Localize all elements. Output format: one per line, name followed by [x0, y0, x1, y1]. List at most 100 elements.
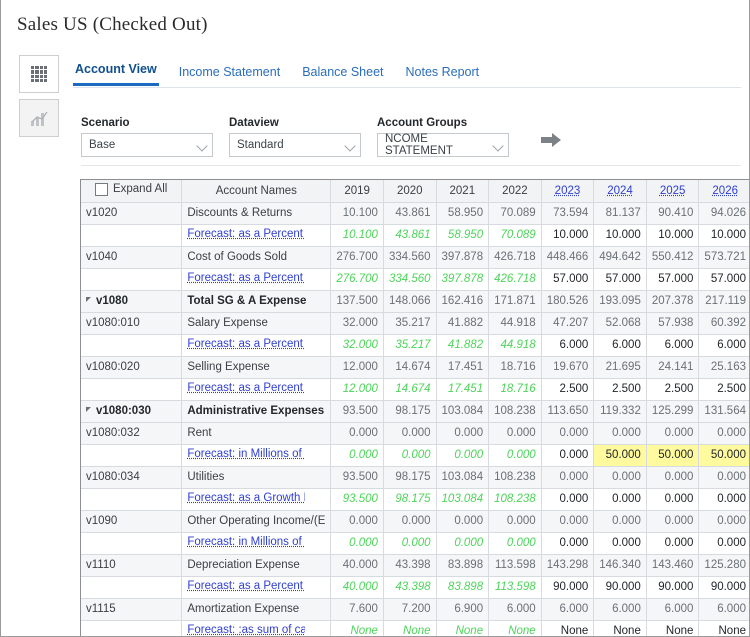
expand-all-checkbox[interactable] — [94, 182, 108, 196]
value-cell[interactable]: 70.089 — [488, 224, 542, 247]
value-cell[interactable]: None — [383, 620, 437, 636]
forecast-method-link[interactable]: Forecast: as a Percent of S — [187, 338, 305, 350]
value-cell[interactable]: 50.000 — [593, 444, 647, 467]
account-groups-select[interactable]: NCOME STATEMENT — [377, 133, 509, 157]
forecast-method-link[interactable]: Forecast: in Millions of US — [187, 536, 305, 548]
value-cell[interactable]: 0.000 — [383, 532, 437, 555]
value-cell[interactable]: None — [488, 620, 542, 636]
year-header-2024[interactable]: 2024 — [593, 180, 647, 203]
value-cell[interactable]: 90.000 — [646, 576, 700, 599]
collapse-triangle-icon[interactable] — [86, 407, 91, 413]
value-cell[interactable]: 50.000 — [646, 444, 700, 467]
value-cell[interactable]: 10.000 — [593, 224, 647, 247]
forecast-method-link[interactable]: Forecast: as a Percent of D — [187, 580, 305, 592]
value-cell[interactable]: 10.000 — [541, 224, 595, 247]
forecast-method-cell[interactable]: Forecast: as a Percent of R — [181, 224, 332, 247]
value-cell[interactable]: 0.000 — [330, 444, 384, 467]
year-header-link[interactable]: 2024 — [607, 185, 633, 197]
value-cell[interactable]: 0.000 — [541, 444, 595, 467]
value-cell[interactable]: 57.000 — [541, 268, 595, 291]
value-cell[interactable]: 10.100 — [330, 224, 384, 247]
value-cell[interactable]: 334.560 — [383, 268, 437, 291]
value-cell[interactable]: 41.882 — [436, 334, 490, 357]
value-cell[interactable]: 0.000 — [593, 488, 647, 511]
value-cell[interactable]: 98.175 — [383, 488, 437, 511]
value-cell[interactable]: 0.000 — [436, 444, 490, 467]
tab-income-statement[interactable]: Income Statement — [177, 65, 282, 86]
tab-account-view[interactable]: Account View — [73, 62, 159, 86]
value-cell[interactable]: 57.000 — [646, 268, 700, 291]
value-cell[interactable]: 83.898 — [436, 576, 490, 599]
value-cell[interactable]: None — [436, 620, 490, 636]
value-cell[interactable]: 57.000 — [593, 268, 647, 291]
year-header-2025[interactable]: 2025 — [646, 180, 700, 203]
apply-filters-button[interactable] — [539, 131, 563, 154]
forecast-method-cell[interactable]: Forecast: :as sum of cash — [181, 620, 332, 636]
value-cell[interactable]: 58.950 — [436, 224, 490, 247]
forecast-method-cell[interactable]: Forecast: as a Percent of S — [181, 334, 332, 357]
value-cell[interactable]: 0.000 — [646, 532, 700, 555]
year-header-link[interactable]: 2023 — [555, 185, 581, 197]
value-cell[interactable]: 44.918 — [488, 334, 542, 357]
forecast-method-link[interactable]: Forecast: :as sum of cash — [187, 624, 305, 636]
value-cell[interactable]: 10.000 — [698, 224, 749, 247]
value-cell[interactable]: 2.500 — [541, 378, 595, 401]
value-cell[interactable]: 108.238 — [488, 488, 542, 511]
forecast-method-cell[interactable]: Forecast: as a Percent of D — [181, 576, 332, 599]
value-cell[interactable]: 32.000 — [330, 334, 384, 357]
year-header-2026[interactable]: 2026 — [698, 180, 749, 203]
value-cell[interactable]: 17.451 — [436, 378, 490, 401]
value-cell[interactable]: 2.500 — [593, 378, 647, 401]
value-cell[interactable]: 0.000 — [698, 532, 749, 555]
value-cell[interactable]: 6.000 — [698, 334, 749, 357]
chart-view-button[interactable] — [19, 99, 59, 137]
forecast-method-link[interactable]: Forecast: as a Percent of S — [187, 382, 305, 394]
dataview-select[interactable]: Standard — [229, 133, 361, 157]
year-header-2021[interactable]: 2021 — [436, 180, 490, 203]
value-cell[interactable]: 0.000 — [330, 532, 384, 555]
value-cell[interactable]: 90.000 — [541, 576, 595, 599]
value-cell[interactable]: 10.000 — [646, 224, 700, 247]
value-cell[interactable]: None — [593, 620, 647, 636]
value-cell[interactable]: 43.861 — [383, 224, 437, 247]
value-cell[interactable]: 2.500 — [646, 378, 700, 401]
forecast-method-cell[interactable]: Forecast: as a Growth Rate — [181, 488, 332, 511]
grid-view-button[interactable] — [19, 55, 59, 93]
value-cell[interactable]: 0.000 — [383, 444, 437, 467]
forecast-method-cell[interactable]: Forecast: in Millions of US — [181, 444, 332, 467]
value-cell[interactable]: 426.718 — [488, 268, 542, 291]
value-cell[interactable]: 40.000 — [330, 576, 384, 599]
tab-notes-report[interactable]: Notes Report — [404, 65, 482, 86]
value-cell[interactable]: None — [541, 620, 595, 636]
forecast-method-link[interactable]: Forecast: as a Percent of R — [187, 228, 305, 240]
value-cell[interactable]: None — [646, 620, 700, 636]
value-cell[interactable]: 113.598 — [488, 576, 542, 599]
value-cell[interactable]: 0.000 — [646, 488, 700, 511]
value-cell[interactable]: 2.500 — [698, 378, 749, 401]
value-cell[interactable]: 0.000 — [488, 444, 542, 467]
expand-all-header[interactable]: Expand All — [81, 180, 183, 203]
value-cell[interactable]: 0.000 — [593, 532, 647, 555]
value-cell[interactable]: 276.700 — [330, 268, 384, 291]
forecast-method-link[interactable]: Forecast: as a Growth Rate — [187, 492, 305, 504]
year-header-2022[interactable]: 2022 — [488, 180, 542, 203]
value-cell[interactable]: None — [330, 620, 384, 636]
value-cell[interactable]: 50.000 — [698, 444, 749, 467]
collapse-triangle-icon[interactable] — [86, 297, 91, 303]
value-cell[interactable]: 18.716 — [488, 378, 542, 401]
value-cell[interactable]: 43.398 — [383, 576, 437, 599]
value-cell[interactable]: 0.000 — [436, 532, 490, 555]
year-header-2023[interactable]: 2023 — [541, 180, 595, 203]
value-cell[interactable]: 90.000 — [593, 576, 647, 599]
value-cell[interactable]: 397.878 — [436, 268, 490, 291]
value-cell[interactable]: None — [698, 620, 749, 636]
value-cell[interactable]: 0.000 — [541, 488, 595, 511]
value-cell[interactable]: 35.217 — [383, 334, 437, 357]
forecast-method-cell[interactable]: Forecast: as a Percent of S — [181, 378, 332, 401]
value-cell[interactable]: 6.000 — [646, 334, 700, 357]
value-cell[interactable]: 14.674 — [383, 378, 437, 401]
year-header-2019[interactable]: 2019 — [330, 180, 384, 203]
value-cell[interactable]: 12.000 — [330, 378, 384, 401]
value-cell[interactable]: 0.000 — [488, 532, 542, 555]
value-cell[interactable]: 57.000 — [698, 268, 749, 291]
